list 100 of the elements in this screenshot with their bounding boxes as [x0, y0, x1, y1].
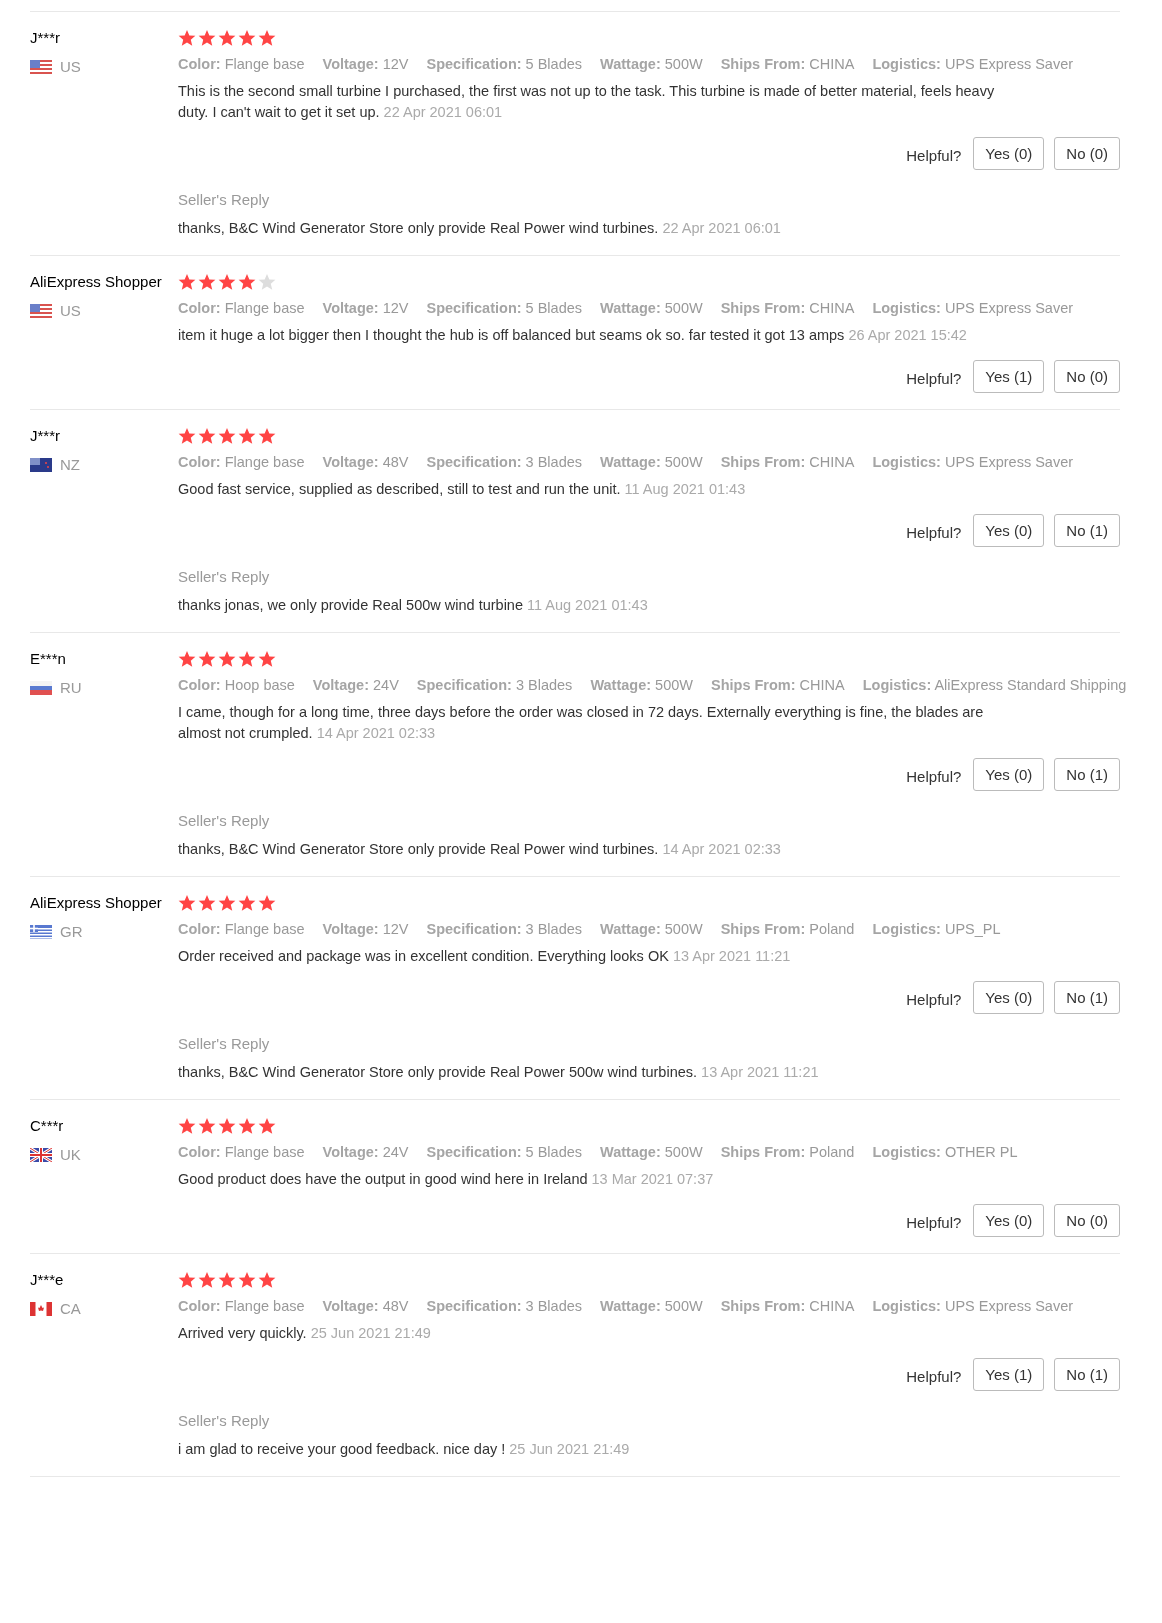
attribute-value: CHINA	[809, 454, 855, 470]
star-icon	[238, 427, 256, 445]
attribute-value: UPS Express Saver	[944, 300, 1074, 316]
attribute-label: Logistics:	[872, 1144, 941, 1160]
attribute-value: Flange base	[224, 921, 305, 937]
attribute-value: CHINA	[799, 677, 845, 693]
attribute-label: Logistics:	[872, 921, 941, 937]
country-code: UK	[60, 1146, 81, 1163]
star-icon	[258, 29, 276, 47]
no-button[interactable]: No (0)	[1054, 1204, 1120, 1237]
reviewer-name: E***n	[30, 649, 67, 669]
attribute-value: Poland	[809, 1144, 855, 1160]
attribute-label: Color:	[178, 300, 221, 316]
attribute-value: 48V	[382, 1298, 409, 1314]
helpful-label: Helpful?	[906, 524, 962, 541]
star-icon	[218, 29, 236, 47]
attribute-label: Color:	[178, 921, 221, 937]
review-text: Order received and package was in excellent condition. Everything looks OK 13 Apr 2021 11:21	[178, 947, 792, 966]
star-icon	[198, 427, 216, 445]
star-icon	[258, 650, 276, 668]
attribute-value: 5 Blades	[525, 300, 583, 316]
attribute-label: Wattage:	[600, 1298, 661, 1314]
country-code: US	[60, 302, 81, 319]
attribute-value: Flange base	[224, 1298, 305, 1314]
yes-button[interactable]: Yes (0)	[973, 514, 1045, 547]
seller-reply-heading: Seller's Reply	[178, 1034, 271, 1054]
attribute-label: Logistics:	[862, 677, 932, 693]
attribute-label: Specification:	[426, 921, 522, 937]
attribute-label: Wattage:	[600, 921, 661, 937]
star-icon	[218, 273, 236, 291]
attribute-label: Color:	[178, 1298, 221, 1314]
no-button[interactable]: No (1)	[1054, 758, 1120, 791]
yes-button[interactable]: Yes (0)	[973, 981, 1045, 1014]
attribute-value: 48V	[382, 454, 409, 470]
yes-button[interactable]: Yes (0)	[973, 1204, 1045, 1237]
no-button[interactable]: No (1)	[1054, 981, 1120, 1014]
star-icon	[258, 1117, 276, 1135]
attribute-value: 500W	[664, 1144, 703, 1160]
review-text: I came, though for a long time, three days before the order was closed in 72 days. Externally everything is fine, the blades are almost not crumpled. 14 Apr 2021 02:33	[178, 703, 985, 743]
attribute-label: Wattage:	[600, 1144, 661, 1160]
helpful-label: Helpful?	[906, 1214, 962, 1231]
flag-icon	[30, 1147, 52, 1162]
seller-reply-heading: Seller's Reply	[178, 811, 271, 831]
attribute-value: CHINA	[809, 300, 855, 316]
attribute-value: CHINA	[809, 1298, 855, 1314]
attribute-value: Flange base	[224, 1144, 305, 1160]
attribute-label: Wattage:	[600, 300, 661, 316]
attribute-label: Specification:	[426, 300, 522, 316]
attribute-value: 500W	[664, 56, 703, 72]
attribute-label: Logistics:	[872, 56, 941, 72]
attribute-value: Hoop base	[224, 677, 295, 693]
attribute-label: Ships From:	[720, 921, 806, 937]
reply-text: thanks, B&C Wind Generator Store only provide Real Power 500w wind turbines. 13 Apr 2021 11:21	[178, 1063, 820, 1082]
yes-button[interactable]: Yes (1)	[973, 360, 1045, 393]
star-icon	[178, 894, 196, 912]
star-icon	[198, 894, 216, 912]
attribute-label: Voltage:	[322, 454, 379, 470]
star-icon	[178, 273, 196, 291]
no-button[interactable]: No (1)	[1054, 514, 1120, 547]
no-button[interactable]: No (1)	[1054, 1358, 1120, 1391]
star-icon	[198, 1117, 216, 1135]
attribute-label: Color:	[178, 677, 221, 693]
yes-button[interactable]: Yes (0)	[973, 758, 1045, 791]
flag-icon	[30, 680, 52, 695]
attribute-label: Ships From:	[720, 454, 806, 470]
flag-icon	[30, 1301, 52, 1316]
star-icon	[178, 1117, 196, 1135]
no-button[interactable]: No (0)	[1054, 360, 1120, 393]
attribute-value: UPS Express Saver	[944, 454, 1074, 470]
reply-text: i am glad to receive your good feedback. nice day ! 25 Jun 2021 21:49	[178, 1440, 631, 1459]
attribute-label: Voltage:	[322, 921, 379, 937]
attribute-label: Ships From:	[720, 56, 806, 72]
attribute-label: Ships From:	[720, 1298, 806, 1314]
star-icon	[238, 650, 256, 668]
star-icon	[218, 1271, 236, 1289]
review-text: Good fast service, supplied as described, still to test and run the unit. 11 Aug 2021 01:43	[178, 480, 747, 499]
reply-text: thanks, B&C Wind Generator Store only provide Real Power wind turbines. 14 Apr 2021 02:33	[178, 840, 782, 859]
star-icon	[198, 29, 216, 47]
flag-icon	[30, 924, 52, 939]
star-icon	[178, 29, 196, 47]
country-code: GR	[60, 923, 83, 940]
attribute-value: UPS Express Saver	[944, 1298, 1074, 1314]
attribute-label: Voltage:	[322, 1144, 379, 1160]
helpful-label: Helpful?	[906, 991, 962, 1008]
helpful-label: Helpful?	[906, 147, 962, 164]
attribute-value: 3 Blades	[525, 921, 583, 937]
attribute-label: Specification:	[426, 454, 522, 470]
no-button[interactable]: No (0)	[1054, 137, 1120, 170]
attribute-label: Voltage:	[322, 300, 379, 316]
attribute-label: Specification:	[426, 1298, 522, 1314]
attribute-label: Ships From:	[720, 300, 806, 316]
reply-text: thanks, B&C Wind Generator Store only provide Real Power wind turbines. 22 Apr 2021 06:01	[178, 219, 782, 238]
attribute-value: Flange base	[224, 300, 305, 316]
yes-button[interactable]: Yes (0)	[973, 137, 1045, 170]
attribute-label: Ships From:	[711, 677, 796, 693]
attribute-value: 5 Blades	[525, 1144, 583, 1160]
star-icon	[178, 650, 196, 668]
attribute-label: Wattage:	[590, 677, 652, 693]
attribute-value: Flange base	[224, 454, 305, 470]
yes-button[interactable]: Yes (1)	[973, 1358, 1045, 1391]
